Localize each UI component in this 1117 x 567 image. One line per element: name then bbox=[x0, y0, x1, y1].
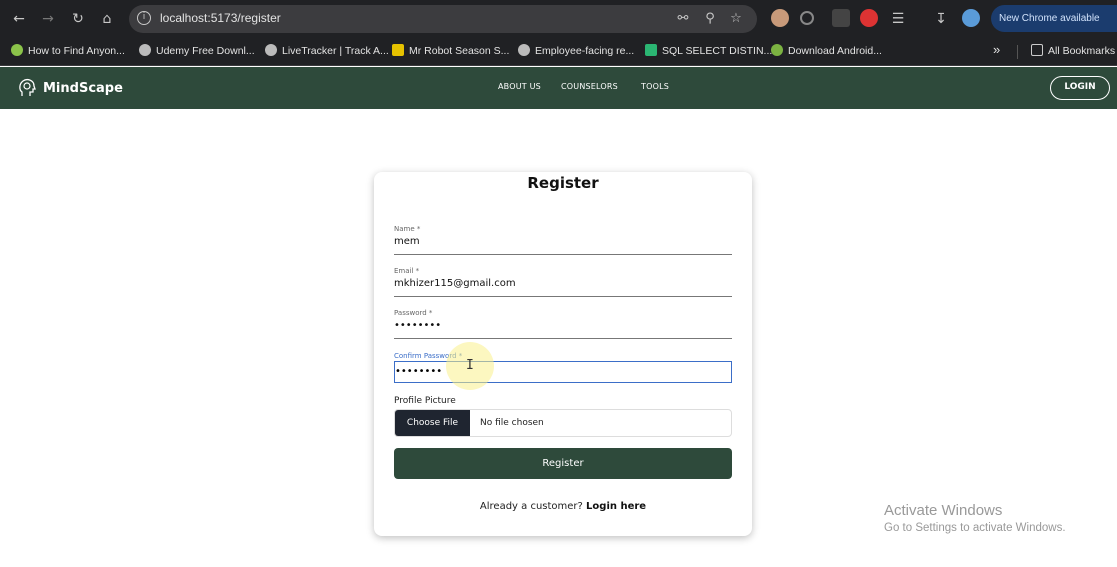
download-icon[interactable]: ↧ bbox=[930, 8, 952, 30]
bookmark-item[interactable]: SQL SELECT DISTIN... bbox=[645, 43, 772, 60]
file-status-text: No file chosen bbox=[480, 418, 544, 428]
password-input[interactable]: •••••••• bbox=[394, 320, 732, 336]
watermark-subtitle: Go to Settings to activate Windows. bbox=[884, 522, 1066, 534]
confirm-password-label: Confirm Password * bbox=[394, 352, 463, 360]
password-field[interactable]: Password * •••••••• bbox=[394, 309, 732, 339]
confirm-password-field[interactable]: Confirm Password * •••••••• bbox=[394, 352, 732, 383]
login-here-link[interactable]: Login here bbox=[586, 501, 646, 512]
name-label: Name * bbox=[394, 225, 421, 233]
confirm-password-input[interactable]: •••••••• bbox=[394, 361, 732, 383]
password-underline bbox=[394, 338, 732, 339]
all-bookmarks-button[interactable]: All Bookmarks bbox=[1031, 43, 1115, 60]
bookmark-item[interactable]: LiveTracker | Track A... bbox=[265, 43, 389, 60]
name-field[interactable]: Name * mem bbox=[394, 225, 732, 255]
bookmark-star-icon[interactable]: ☆ bbox=[727, 10, 745, 28]
already-customer-text: Already a customer? bbox=[479, 501, 583, 512]
android-icon bbox=[771, 44, 783, 56]
extensions-puzzle-icon[interactable]: ☰ bbox=[887, 8, 909, 30]
nav-tools[interactable]: TOOLS bbox=[641, 82, 669, 91]
globe-icon bbox=[265, 44, 277, 56]
brand-logo[interactable]: MindScape bbox=[16, 77, 123, 99]
nav-counselors[interactable]: COUNSELORS bbox=[561, 82, 618, 91]
m-logo-icon bbox=[392, 44, 404, 56]
password-key-icon[interactable]: ⚯ bbox=[674, 10, 692, 28]
bookmarks-divider bbox=[1017, 45, 1018, 59]
bookmark-item[interactable]: Download Android... bbox=[771, 43, 882, 60]
address-url[interactable]: localhost:5173/register bbox=[160, 11, 281, 25]
name-underline bbox=[394, 254, 732, 255]
extension-pokeball-icon[interactable] bbox=[860, 9, 878, 27]
brand-name: MindScape bbox=[43, 80, 123, 96]
extension-badge-icon[interactable] bbox=[832, 9, 850, 27]
profile-picture-label: Profile Picture bbox=[394, 396, 456, 406]
header-login-button[interactable]: LOGIN bbox=[1050, 76, 1110, 100]
email-input[interactable]: mkhizer115@gmail.com bbox=[394, 278, 732, 294]
extension-avatar-icon[interactable] bbox=[771, 9, 789, 27]
nav-about-us[interactable]: ABOUT US bbox=[498, 82, 541, 91]
email-underline bbox=[394, 296, 732, 297]
head-bulb-icon bbox=[19, 79, 36, 96]
profile-picture-input[interactable]: Choose File No file chosen bbox=[394, 409, 732, 437]
globe-icon bbox=[139, 44, 151, 56]
windows-activation-watermark: Activate Windows Go to Settings to activ… bbox=[884, 502, 1066, 534]
bookmark-item[interactable]: Mr Robot Season S... bbox=[392, 43, 509, 60]
folder-icon bbox=[1031, 44, 1043, 56]
reload-icon[interactable]: ↻ bbox=[67, 8, 89, 30]
text-cursor-icon: I bbox=[466, 358, 474, 373]
site-info-icon[interactable]: i bbox=[137, 11, 151, 25]
bookmarks-bar: How to Find Anyon... Udemy Free Downl...… bbox=[0, 37, 1117, 66]
chrome-update-button[interactable]: New Chrome available bbox=[991, 5, 1117, 32]
globe-icon bbox=[518, 44, 530, 56]
bookmark-item[interactable]: How to Find Anyon... bbox=[11, 43, 125, 60]
bookmark-item[interactable]: Udemy Free Downl... bbox=[139, 43, 255, 60]
choose-file-button[interactable]: Choose File bbox=[395, 410, 470, 436]
register-button[interactable]: Register bbox=[394, 448, 732, 479]
extension-circle-icon[interactable] bbox=[800, 11, 814, 25]
name-input[interactable]: mem bbox=[394, 236, 732, 252]
bookmark-favicon-icon bbox=[11, 44, 23, 56]
email-field[interactable]: Email * mkhizer115@gmail.com bbox=[394, 267, 732, 297]
password-label: Password * bbox=[394, 309, 433, 317]
app-header: MindScape ABOUT US COUNSELORS TOOLS LOGI… bbox=[0, 67, 1117, 109]
page-title: Register bbox=[527, 174, 599, 192]
browser-toolbar: ← → ↻ ⌂ i localhost:5173/register ⚯ ⚲ ☆ … bbox=[0, 0, 1117, 37]
home-icon[interactable]: ⌂ bbox=[96, 8, 118, 30]
address-bar[interactable]: i localhost:5173/register ⚯ ⚲ ☆ bbox=[129, 5, 757, 33]
email-label: Email * bbox=[394, 267, 420, 275]
bookmarks-overflow-icon[interactable]: » bbox=[993, 41, 1000, 58]
bookmark-item[interactable]: Employee-facing re... bbox=[518, 43, 634, 60]
back-icon[interactable]: ← bbox=[8, 8, 30, 30]
w3-logo-icon bbox=[645, 44, 657, 56]
register-card: Register Name * mem Email * mkhizer115@g… bbox=[374, 172, 752, 536]
login-prompt: Already a customer? Login here bbox=[374, 501, 752, 512]
forward-icon[interactable]: → bbox=[37, 8, 59, 30]
zoom-icon[interactable]: ⚲ bbox=[701, 10, 719, 28]
watermark-title: Activate Windows bbox=[884, 502, 1003, 519]
profile-avatar-icon[interactable] bbox=[962, 9, 980, 27]
